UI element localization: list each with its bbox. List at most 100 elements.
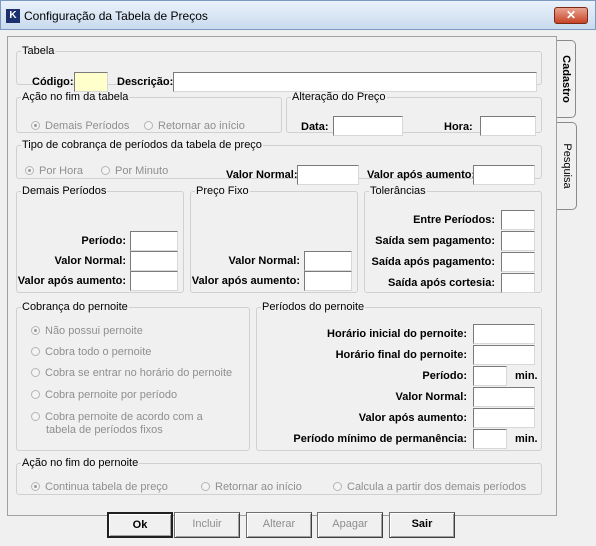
alteracao-preco-legend: Alteração do Preço bbox=[292, 91, 386, 103]
sair-button[interactable]: Sair bbox=[389, 512, 455, 538]
alterar-button[interactable]: Alterar bbox=[246, 512, 312, 538]
close-button[interactable]: ✕ bbox=[554, 7, 588, 24]
tolerancias-group: Tolerâncias Entre Períodos: Saída sem pa… bbox=[364, 185, 542, 293]
radio-cobra-pernoite-periodo-label: Cobra pernoite por período bbox=[45, 389, 178, 401]
data-field[interactable] bbox=[333, 116, 403, 136]
cobranca-pernoite-legend: Cobrança do pernoite bbox=[22, 301, 128, 313]
fixo-valor-apos-field[interactable] bbox=[304, 271, 352, 291]
horario-inicial-label: Horário inicial do pernoite: bbox=[327, 328, 467, 340]
radio-dot bbox=[101, 166, 110, 175]
radio-continua-tabela[interactable]: Continua tabela de preço bbox=[31, 481, 168, 494]
radio-dot bbox=[31, 121, 40, 130]
radio-dot bbox=[31, 412, 40, 421]
periodos-pernoite-group: Períodos do pernoite Horário inicial do … bbox=[256, 301, 542, 451]
descricao-field[interactable] bbox=[173, 72, 537, 92]
tipo-cobranca-legend: Tipo de cobrança de períodos da tabela d… bbox=[22, 139, 262, 151]
tipo-valor-normal-field[interactable] bbox=[297, 165, 359, 185]
radio-dot bbox=[31, 368, 40, 377]
radio-cobra-pernoite-tabela-label2: tabela de períodos fixos bbox=[46, 424, 163, 436]
pernoite-periodo-unit: min. bbox=[515, 370, 538, 382]
radio-continua-tabela-label: Continua tabela de preço bbox=[45, 481, 168, 493]
hora-field[interactable] bbox=[480, 116, 536, 136]
radio-retornar-inicio-label: Retornar ao início bbox=[158, 120, 245, 132]
radio-cobra-todo-pernoite[interactable]: Cobra todo o pernoite bbox=[31, 346, 151, 359]
tab-pesquisa-label: Pesquisa bbox=[560, 143, 573, 189]
tabela-legend: Tabela bbox=[22, 45, 55, 57]
ok-button[interactable]: Ok bbox=[107, 512, 173, 538]
demais-valor-normal-field[interactable] bbox=[130, 251, 178, 271]
radio-cobra-pernoite-tabela[interactable]: Cobra pernoite de acordo com a tabela de … bbox=[31, 411, 203, 437]
incluir-button[interactable]: Incluir bbox=[174, 512, 240, 538]
pernoite-periodo-label: Período: bbox=[422, 370, 467, 382]
preco-fixo-group: Preço Fixo Valor Normal: Valor após aume… bbox=[190, 185, 358, 293]
codigo-field[interactable] bbox=[74, 72, 108, 92]
tipo-cobranca-group: Tipo de cobrança de períodos da tabela d… bbox=[16, 139, 542, 185]
radio-cobra-pernoite-periodo[interactable]: Cobra pernoite por período bbox=[31, 389, 177, 402]
tipo-valor-normal-label: Valor Normal: bbox=[226, 169, 298, 181]
radio-retornar-inicio[interactable]: Retornar ao início bbox=[144, 120, 245, 133]
demais-valor-normal-label: Valor Normal: bbox=[54, 255, 126, 267]
apagar-button[interactable]: Apagar bbox=[317, 512, 383, 538]
saida-sem-pagamento-field[interactable] bbox=[501, 231, 535, 251]
alteracao-preco-group: Alteração do Preço Data: Hora: bbox=[286, 91, 542, 136]
radio-dot bbox=[144, 121, 153, 130]
entre-periodos-label: Entre Períodos: bbox=[413, 214, 495, 226]
permanencia-field[interactable] bbox=[473, 429, 507, 449]
entre-periodos-field[interactable] bbox=[501, 210, 535, 230]
permanencia-unit: min. bbox=[515, 433, 538, 445]
cadastro-panel: Tabela Código: Descrição: Ação no fim da… bbox=[7, 36, 557, 538]
title-bar: K Configuração da Tabela de Preços ✕ bbox=[0, 0, 596, 30]
radio-calcula-demais-periodos-label: Calcula a partir dos demais períodos bbox=[347, 481, 527, 493]
radio-dot bbox=[333, 482, 342, 491]
tab-pesquisa[interactable]: Pesquisa bbox=[557, 122, 577, 210]
pernoite-valor-normal-field[interactable] bbox=[473, 387, 535, 407]
radio-dot bbox=[31, 390, 40, 399]
horario-inicial-field[interactable] bbox=[473, 324, 535, 344]
radio-por-hora[interactable]: Por Hora bbox=[25, 165, 83, 178]
saida-apos-pagamento-label: Saída após pagamento: bbox=[371, 256, 495, 268]
periodos-pernoite-legend: Períodos do pernoite bbox=[262, 301, 365, 313]
descricao-label: Descrição: bbox=[117, 76, 174, 88]
demais-valor-apos-label: Valor após aumento: bbox=[17, 275, 126, 287]
demais-valor-apos-field[interactable] bbox=[130, 271, 178, 291]
tabela-group: Tabela Código: Descrição: bbox=[16, 45, 542, 92]
saida-apos-pagamento-field[interactable] bbox=[501, 252, 535, 272]
pernoite-periodo-field[interactable] bbox=[473, 366, 507, 386]
radio-dot bbox=[201, 482, 210, 491]
hora-label: Hora: bbox=[444, 121, 473, 133]
acao-fim-pernoite-group: Ação no fim do pernoite Continua tabela … bbox=[16, 457, 542, 495]
radio-nao-possui-pernoite-label: Não possui pernoite bbox=[45, 325, 143, 337]
pernoite-valor-normal-label: Valor Normal: bbox=[395, 391, 467, 403]
saida-sem-pagamento-label: Saída sem pagamento: bbox=[375, 235, 495, 247]
radio-cobra-horario-pernoite[interactable]: Cobra se entrar no horário do pernoite bbox=[31, 367, 232, 380]
window-client: Cadastro Pesquisa Tabela Código: Descriç… bbox=[0, 30, 596, 546]
radio-demais-periodos[interactable]: Demais Períodos bbox=[31, 120, 129, 133]
radio-calcula-demais-periodos[interactable]: Calcula a partir dos demais períodos bbox=[333, 481, 526, 494]
acao-fim-tabela-group: Ação no fim da tabela Demais Períodos Re… bbox=[16, 91, 282, 133]
app-icon: K bbox=[6, 9, 20, 23]
radio-por-minuto[interactable]: Por Minuto bbox=[101, 165, 168, 178]
radio-cobra-todo-pernoite-label: Cobra todo o pernoite bbox=[45, 346, 152, 358]
tipo-valor-apos-label: Valor após aumento: bbox=[367, 169, 476, 181]
pernoite-valor-apos-field[interactable] bbox=[473, 408, 535, 428]
saida-apos-cortesia-label: Saída após cortesia: bbox=[388, 277, 495, 289]
saida-apos-cortesia-field[interactable] bbox=[501, 273, 535, 293]
demais-periodos-legend: Demais Períodos bbox=[22, 185, 107, 197]
fixo-valor-normal-field[interactable] bbox=[304, 251, 352, 271]
demais-periodo-field[interactable] bbox=[130, 231, 178, 251]
radio-pernoite-retornar-inicio[interactable]: Retornar ao início bbox=[201, 481, 302, 494]
horario-final-field[interactable] bbox=[473, 345, 535, 365]
tab-cadastro[interactable]: Cadastro bbox=[556, 40, 576, 118]
radio-nao-possui-pernoite[interactable]: Não possui pernoite bbox=[31, 325, 143, 338]
tab-cadastro-label: Cadastro bbox=[559, 55, 572, 103]
codigo-label: Código: bbox=[32, 76, 74, 88]
radio-dot bbox=[31, 482, 40, 491]
tolerancias-legend: Tolerâncias bbox=[370, 185, 426, 197]
radio-dot bbox=[25, 166, 34, 175]
cobranca-pernoite-group: Cobrança do pernoite Não possui pernoite… bbox=[16, 301, 250, 451]
tipo-valor-apos-field[interactable] bbox=[473, 165, 535, 185]
preco-fixo-legend: Preço Fixo bbox=[196, 185, 249, 197]
acao-fim-pernoite-legend: Ação no fim do pernoite bbox=[22, 457, 139, 469]
radio-pernoite-retornar-inicio-label: Retornar ao início bbox=[215, 481, 302, 493]
fixo-valor-normal-label: Valor Normal: bbox=[228, 255, 300, 267]
